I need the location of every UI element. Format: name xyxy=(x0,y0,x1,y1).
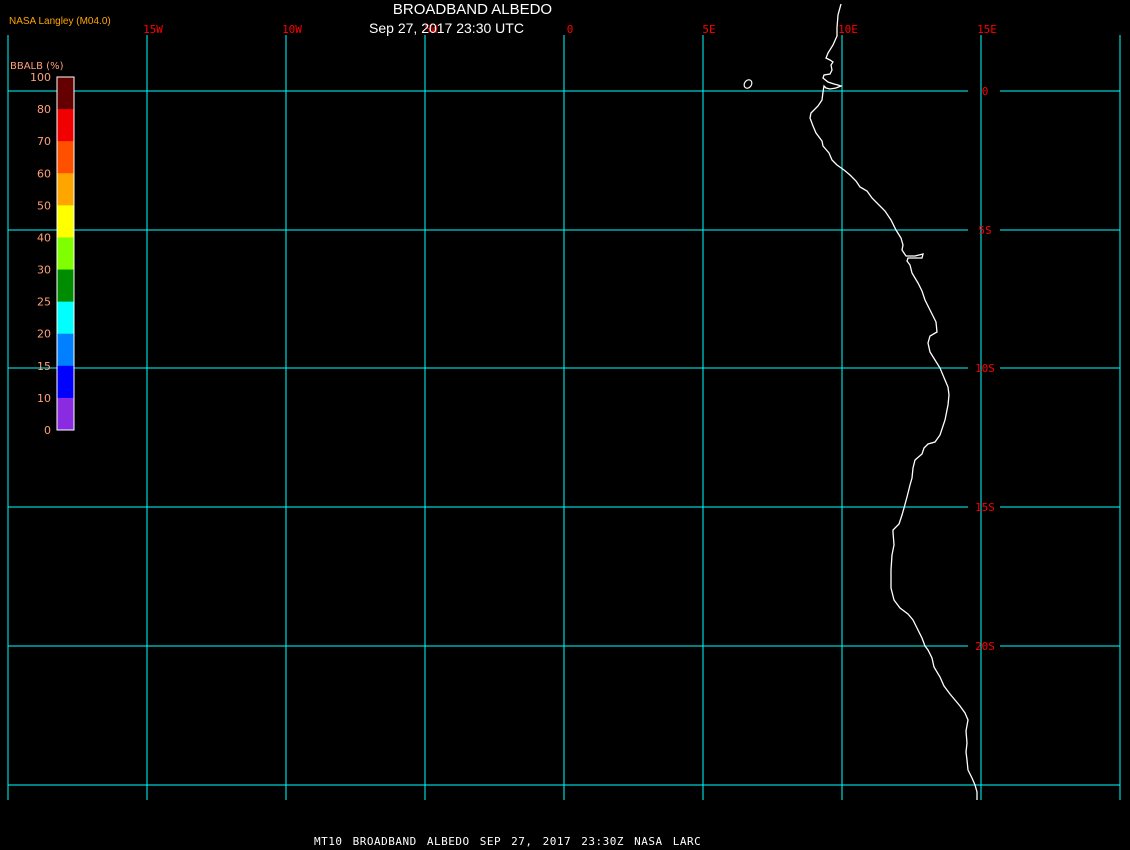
legend-label: 40 xyxy=(37,231,51,244)
latitude-label: 5S xyxy=(978,224,991,237)
legend-label: 25 xyxy=(37,296,51,309)
legend-swatch xyxy=(57,77,74,110)
legend-swatch xyxy=(57,205,74,238)
legend-swatch xyxy=(57,333,74,367)
legend-swatch xyxy=(57,237,74,271)
map-timestamp: Sep 27, 2017 23:30 UTC xyxy=(369,20,524,36)
latitude-label: 10S xyxy=(975,362,995,375)
legend-label: 0 xyxy=(44,424,51,437)
legend-swatch xyxy=(57,269,74,303)
legend-swatch xyxy=(57,301,74,335)
legend-label: 80 xyxy=(37,103,51,116)
island xyxy=(743,79,753,89)
legend-label: 30 xyxy=(37,264,51,277)
latitude-label: 15S xyxy=(975,501,995,514)
footer-caption: MT10 BROADBAND ALBEDO SEP 27, 2017 23:30… xyxy=(314,835,702,848)
longitude-label: 15E xyxy=(977,23,997,36)
latitude-label: 20S xyxy=(975,640,995,653)
legend-swatch xyxy=(57,173,74,206)
latitude-label: 0 xyxy=(982,85,989,98)
legend-label: 15 xyxy=(37,360,51,373)
africa-coastline xyxy=(809,3,978,800)
legend-label: 10 xyxy=(37,392,51,405)
legend-label: 60 xyxy=(37,167,51,180)
map-canvas: 05S10S15S20S15W 10W 5W 0 5E 10E 15E 1008070605… xyxy=(7,3,1121,800)
legend-swatch xyxy=(57,141,74,174)
legend-label: 100 xyxy=(30,71,51,84)
legend-label: 70 xyxy=(37,135,51,148)
map-title: BROADBAND ALBEDO xyxy=(392,1,553,18)
coastline xyxy=(743,3,978,800)
legend-label: 20 xyxy=(37,328,51,341)
legend-swatch xyxy=(57,397,74,431)
legend-title: BBALB (%) xyxy=(10,61,64,72)
legend-label: 50 xyxy=(37,199,51,212)
legend-swatch xyxy=(57,365,74,399)
legend-swatch xyxy=(57,109,74,142)
lat-lon-grid: 05S10S15S20S15W 10W 5W 0 5E 10E 15E xyxy=(7,23,1121,800)
color-legend: 100807060504030252015100 xyxy=(30,71,75,437)
